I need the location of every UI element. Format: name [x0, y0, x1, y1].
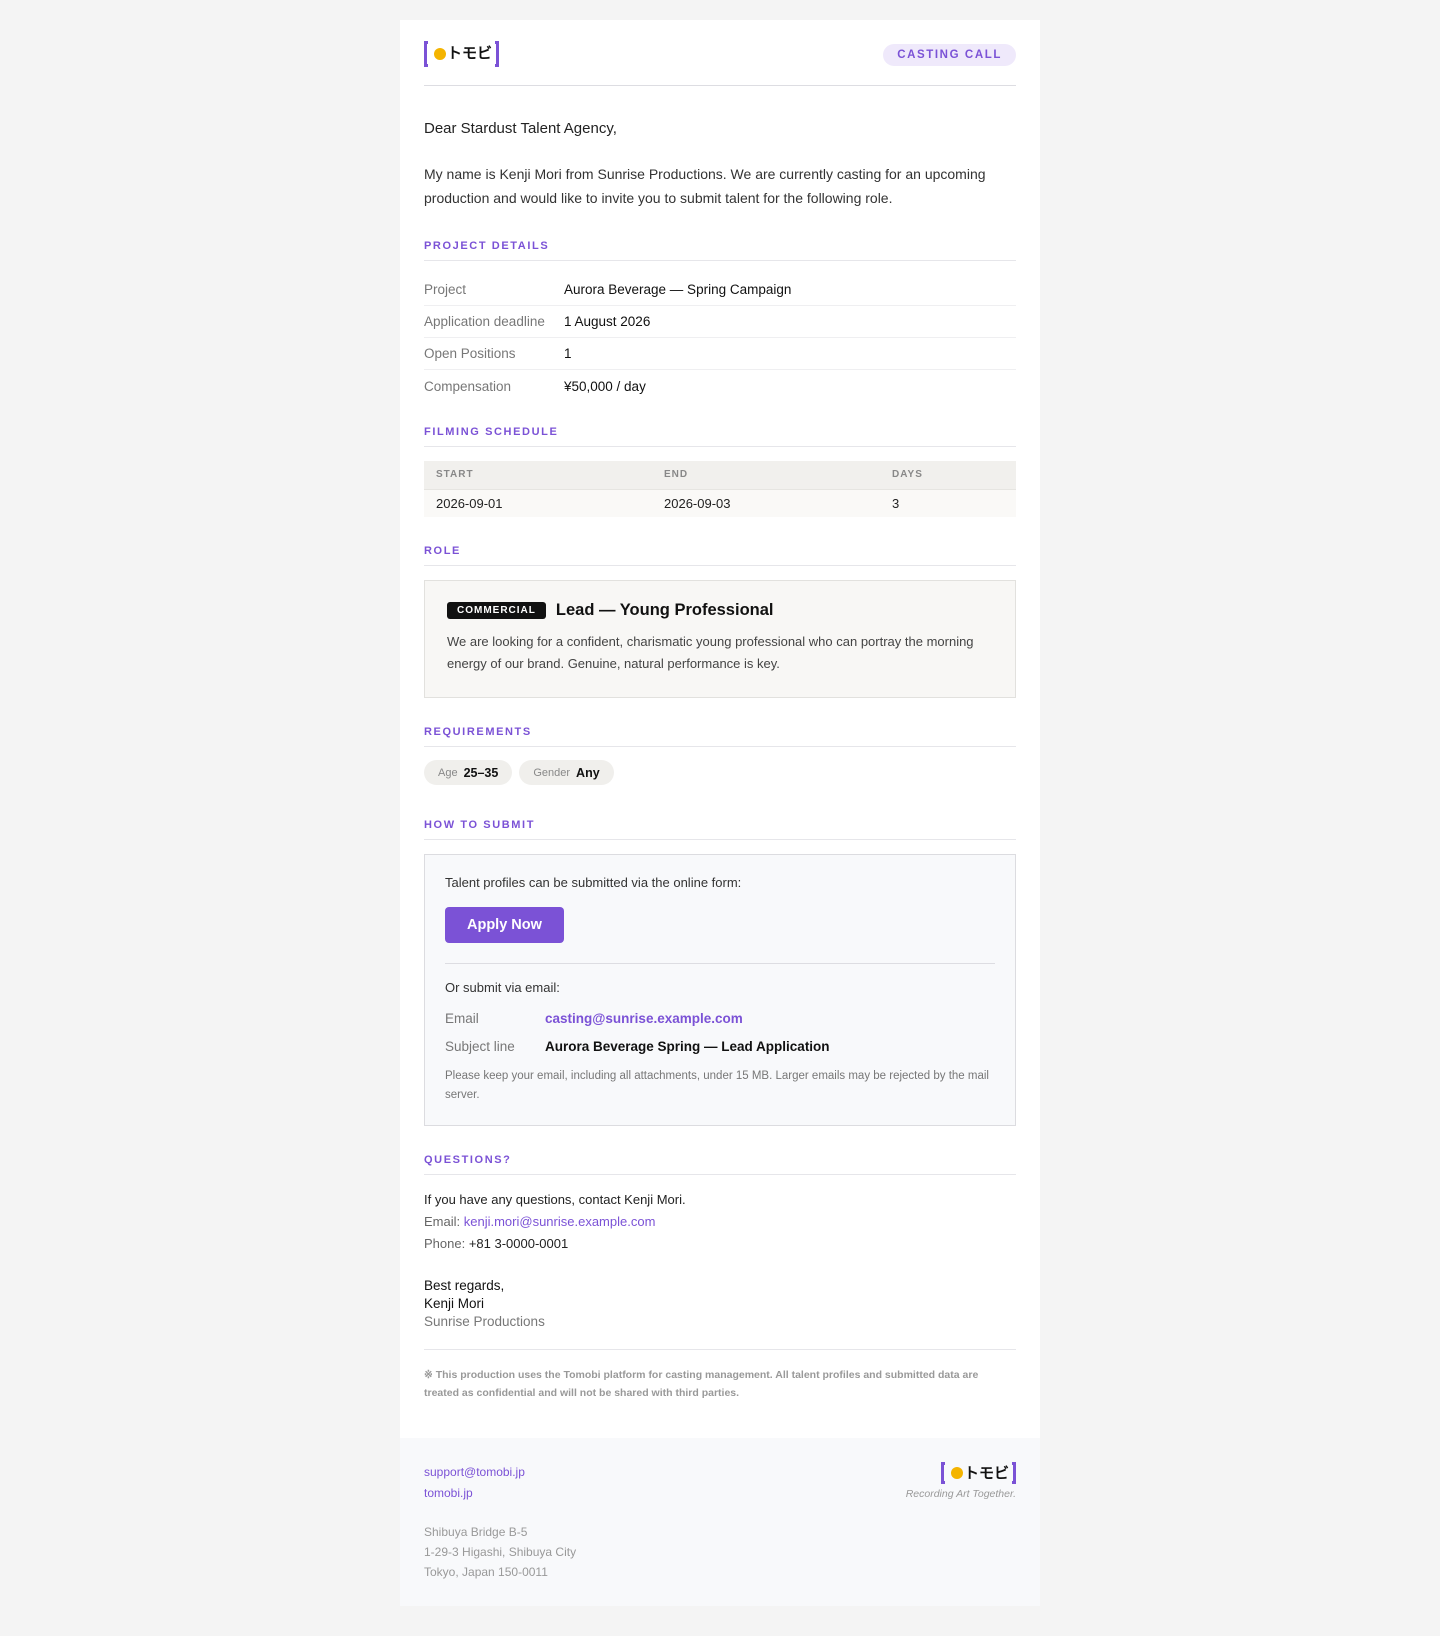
start-date: 2026-09-01	[424, 489, 652, 517]
tagline: Recording Art Together.	[905, 1488, 1016, 1500]
requirement-label: Age	[438, 766, 458, 779]
how-to-submit-heading: HOW TO SUBMIT	[424, 819, 1016, 840]
apply-now-button[interactable]: Apply Now	[445, 907, 564, 943]
schedule-header-row: START END DAYS	[424, 461, 1016, 490]
detail-row-positions: Open Positions 1	[424, 338, 1016, 370]
project-details-list: Project Aurora Beverage — Spring Campaig…	[424, 274, 1016, 402]
logo-text: トモビ	[447, 44, 493, 62]
email-header: トモビ CASTING CALL	[424, 20, 1016, 86]
address-line: Tokyo, Japan 150-0011	[424, 1565, 548, 1579]
detail-label: Open Positions	[424, 346, 516, 361]
col-start: START	[424, 461, 652, 490]
submit-email-row: Email casting@sunrise.example.com	[445, 1011, 995, 1027]
address-line: 1-29-3 Higashi, Shibuya City	[424, 1545, 577, 1559]
email-body: トモビ CASTING CALL Dear Stardust Talent Ag…	[400, 20, 1040, 1606]
days-count: 3	[880, 489, 1016, 517]
email-footer: support@tomobi.jp tomobi.jp Shibuya Brid…	[400, 1438, 1040, 1606]
project-details-heading: PROJECT DETAILS	[424, 240, 1016, 261]
tomobi-logo[interactable]: トモビ	[424, 40, 500, 67]
col-days: DAYS	[880, 461, 1016, 490]
logo-bracket-left	[424, 40, 428, 67]
role-card: COMMERCIAL Lead — Young Professional We …	[424, 580, 1016, 698]
submit-email-link[interactable]: casting@sunrise.example.com	[545, 1011, 743, 1027]
requirement-value: Any	[576, 765, 600, 780]
submit-subject-value: Aurora Beverage Spring — Lead Applicatio…	[545, 1039, 830, 1054]
requirement-label: Gender	[533, 766, 571, 779]
submit-email-label: Email	[445, 1011, 479, 1026]
casting-call-badge: CASTING CALL	[883, 43, 1016, 66]
requirement-value: 25–35	[463, 765, 499, 780]
contact-email-label: Email:	[424, 1214, 461, 1229]
detail-value: ¥50,000 / day	[564, 378, 646, 394]
detail-row-deadline: Application deadline 1 August 2026	[424, 306, 1016, 338]
submit-subject-row: Subject line Aurora Beverage Spring — Le…	[445, 1039, 995, 1055]
sender-name: Kenji Mori	[424, 1296, 485, 1311]
role-description: We are looking for a confident, charisma…	[447, 634, 974, 671]
closing: Best regards,	[424, 1278, 505, 1293]
detail-row-compensation: Compensation ¥50,000 / day	[424, 370, 1016, 402]
requirements-list: Age 25–35 Gender Any	[424, 760, 1016, 785]
role-heading: ROLE	[424, 545, 1016, 566]
requirement-pill-gender: Gender Any	[519, 760, 614, 785]
footer-address: Shibuya Bridge B-5 1-29-3 Higashi, Shibu…	[424, 1522, 1016, 1582]
schedule-row: 2026-09-01 2026-09-03 3	[424, 489, 1016, 517]
greeting: Dear Stardust Talent Agency,	[424, 120, 617, 137]
sender-org: Sunrise Productions	[424, 1314, 545, 1329]
logo-dot-icon	[950, 1467, 963, 1479]
end-date: 2026-09-03	[652, 489, 880, 517]
requirements-heading: REQUIREMENTS	[424, 726, 1016, 747]
requirement-pill-age: Age 25–35	[424, 760, 513, 785]
intro-paragraph: My name is Kenji Mori from Sunrise Produ…	[424, 166, 986, 206]
detail-label: Application deadline	[424, 314, 545, 329]
submit-box: Talent profiles can be submitted via the…	[424, 854, 1016, 1126]
submit-divider	[445, 963, 995, 964]
filming-schedule-heading: FILMING SCHEDULE	[424, 426, 1016, 447]
questions-line: If you have any questions, contact Kenji…	[424, 1192, 686, 1207]
address-line: Shibuya Bridge B-5	[424, 1525, 528, 1539]
role-title: Lead — Young Professional	[555, 601, 774, 619]
signoff: Best regards, Kenji Mori Sunrise Product…	[424, 1277, 1016, 1331]
schedule-table: START END DAYS 2026-09-01 2026-09-03 3	[424, 461, 1016, 517]
size-limit-note: Please keep your email, including all at…	[445, 1070, 989, 1101]
submit-lead-text: Talent profiles can be submitted via the…	[445, 875, 742, 890]
footer-logo[interactable]: トモビ	[906, 1462, 1016, 1484]
logo-bracket-right	[495, 40, 500, 67]
detail-row-project: Project Aurora Beverage — Spring Campaig…	[424, 274, 1016, 306]
contact-email-link[interactable]: kenji.mori@sunrise.example.com	[464, 1214, 656, 1229]
questions-heading: QUESTIONS?	[424, 1154, 1016, 1175]
contact-phone: +81 3-0000-0001	[468, 1236, 569, 1251]
submit-email-intro: Or submit via email:	[445, 980, 560, 995]
col-end: END	[652, 461, 880, 490]
disclaimer: ※ This production uses the Tomobi platfo…	[424, 1349, 1016, 1438]
role-category-tag: COMMERCIAL	[447, 602, 546, 619]
footer-brand: トモビ Recording Art Together.	[906, 1462, 1016, 1500]
logo-bracket-left	[940, 1462, 945, 1484]
contact-phone-label: Phone:	[424, 1236, 466, 1251]
detail-label: Project	[424, 282, 467, 297]
detail-value: 1 August 2026	[564, 314, 651, 329]
detail-value: Aurora Beverage — Spring Campaign	[564, 282, 792, 297]
questions-block: If you have any questions, contact Kenji…	[424, 1189, 1016, 1255]
detail-label: Compensation	[424, 378, 512, 394]
detail-value: 1	[564, 346, 572, 361]
logo-dot-icon	[434, 47, 446, 60]
logo-bracket-right	[1012, 1462, 1016, 1484]
submit-subject-label: Subject line	[445, 1039, 515, 1054]
logo-text: トモビ	[963, 1463, 1009, 1482]
